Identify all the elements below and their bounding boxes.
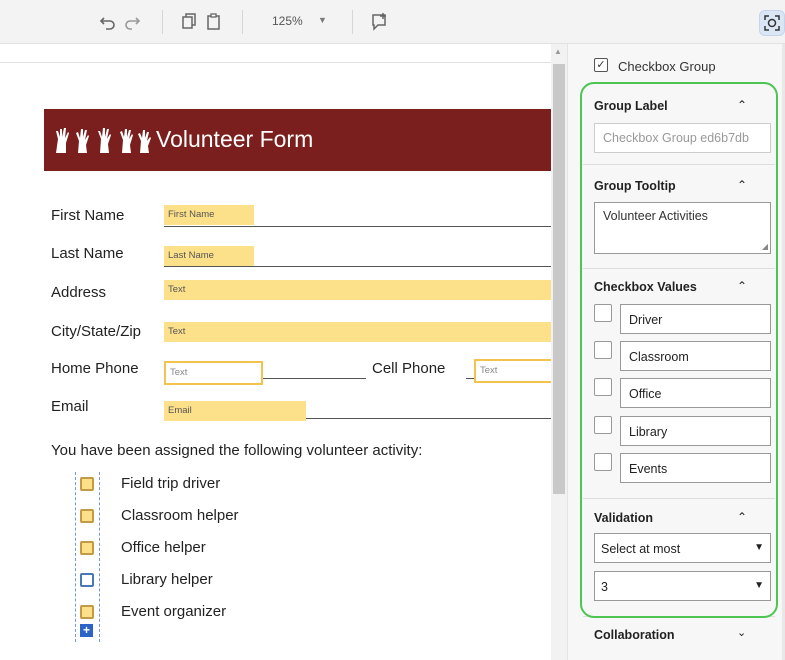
home-phone-field[interactable]: Text bbox=[164, 361, 263, 385]
toolbar: 125% ▼ bbox=[0, 0, 785, 44]
activity-label: Classroom helper bbox=[121, 507, 239, 524]
checkbox-value-input[interactable]: Events bbox=[620, 453, 771, 483]
activity-checkbox-driver[interactable] bbox=[80, 477, 94, 491]
chevron-down-icon: ▼ bbox=[754, 580, 764, 591]
checkbox-value-input[interactable]: Office bbox=[620, 378, 771, 408]
activity-checkbox-office[interactable] bbox=[80, 541, 94, 555]
form-banner: Volunteer Form bbox=[44, 109, 551, 171]
chevron-up-icon[interactable]: ⌃ bbox=[737, 98, 747, 112]
last-name-label: Last Name bbox=[51, 245, 124, 262]
activity-label: Office helper bbox=[121, 539, 206, 556]
section-divider bbox=[583, 498, 775, 499]
resize-handle-icon[interactable]: ◢ bbox=[762, 242, 768, 251]
address-field[interactable]: Text bbox=[164, 280, 551, 300]
last-name-field[interactable]: Last Name bbox=[164, 246, 254, 266]
activity-checkbox-library[interactable] bbox=[80, 573, 94, 587]
undo-icon[interactable] bbox=[98, 12, 118, 32]
underline bbox=[164, 266, 551, 267]
redo-icon[interactable] bbox=[122, 12, 142, 32]
checkbox-values-title: Checkbox Values bbox=[594, 280, 697, 294]
section-divider bbox=[583, 616, 775, 617]
activity-checkbox-events[interactable] bbox=[80, 605, 94, 619]
scan-button[interactable] bbox=[759, 10, 785, 36]
chevron-down-icon[interactable]: ▼ bbox=[318, 15, 327, 25]
checkbox-value-input[interactable]: Classroom bbox=[620, 341, 771, 371]
validation-rule-value: Select at most bbox=[601, 542, 681, 556]
underline bbox=[263, 378, 366, 379]
group-selection-border bbox=[75, 472, 76, 642]
section-divider bbox=[583, 268, 775, 269]
first-name-label: First Name bbox=[51, 207, 125, 224]
group-label-title: Group Label bbox=[594, 99, 668, 113]
group-selection-border bbox=[99, 472, 100, 642]
group-tooltip-textarea[interactable]: Volunteer Activities ◢ bbox=[594, 202, 771, 254]
group-label-input[interactable]: Checkbox Group ed6b7db bbox=[594, 123, 771, 153]
panel-header-label: Checkbox Group bbox=[618, 59, 716, 74]
chevron-down-icon: ▼ bbox=[754, 542, 764, 553]
chevron-up-icon[interactable]: ⌃ bbox=[737, 279, 747, 293]
validation-count-select[interactable]: 3 ▼ bbox=[594, 571, 771, 601]
chevron-up-icon[interactable]: ⌃ bbox=[737, 510, 747, 524]
add-comment-icon[interactable] bbox=[370, 12, 390, 32]
assignment-text: You have been assigned the following vol… bbox=[51, 442, 423, 459]
validation-count-value: 3 bbox=[601, 580, 608, 594]
scroll-thumb[interactable] bbox=[553, 64, 565, 494]
page-edge bbox=[0, 62, 551, 63]
raised-hands-icon bbox=[56, 128, 151, 153]
group-tooltip-title: Group Tooltip bbox=[594, 179, 676, 193]
plus-icon: + bbox=[82, 623, 90, 637]
validation-title: Validation bbox=[594, 511, 654, 525]
activity-label: Library helper bbox=[121, 571, 213, 588]
chevron-down-icon[interactable]: ⌄ bbox=[737, 626, 746, 639]
activity-checkbox-classroom[interactable] bbox=[80, 509, 94, 523]
group-tooltip-value: Volunteer Activities bbox=[603, 209, 708, 223]
scan-icon bbox=[764, 15, 780, 31]
first-name-field[interactable]: First Name bbox=[164, 205, 254, 225]
address-label: Address bbox=[51, 284, 107, 301]
collaboration-title: Collaboration bbox=[594, 628, 675, 642]
home-phone-label: Home Phone bbox=[51, 360, 139, 377]
chevron-up-icon[interactable]: ⌃ bbox=[737, 178, 747, 192]
value-default-checkbox[interactable] bbox=[594, 453, 612, 471]
validation-rule-select[interactable]: Select at most ▼ bbox=[594, 533, 771, 563]
value-default-checkbox[interactable] bbox=[594, 341, 612, 359]
toolbar-divider bbox=[242, 10, 243, 34]
scroll-up-icon[interactable]: ▲ bbox=[554, 47, 562, 56]
value-default-checkbox[interactable] bbox=[594, 416, 612, 434]
email-field[interactable]: Email bbox=[164, 401, 306, 421]
underline bbox=[164, 226, 551, 227]
toolbar-divider bbox=[162, 10, 163, 34]
toolbar-divider bbox=[352, 10, 353, 34]
city-state-zip-field[interactable]: Text bbox=[164, 322, 551, 342]
underline bbox=[306, 418, 551, 419]
email-label: Email bbox=[51, 398, 89, 415]
copy-icon[interactable] bbox=[180, 12, 200, 32]
value-default-checkbox[interactable] bbox=[594, 304, 612, 322]
city-state-zip-label: City/State/Zip bbox=[51, 323, 142, 340]
form-title: Volunteer Form bbox=[156, 126, 314, 152]
activity-label: Field trip driver bbox=[121, 475, 221, 492]
cell-phone-field[interactable]: Text bbox=[474, 359, 551, 383]
section-divider bbox=[583, 164, 775, 165]
activity-label: Event organizer bbox=[121, 603, 227, 620]
paste-icon[interactable] bbox=[204, 12, 224, 32]
underline bbox=[466, 378, 474, 379]
zoom-level[interactable]: 125% bbox=[272, 14, 303, 28]
document-canvas: Volunteer Form First Name First Name Las… bbox=[0, 44, 551, 660]
cell-phone-label: Cell Phone bbox=[372, 360, 446, 377]
checkbox-value-input[interactable]: Library bbox=[620, 416, 771, 446]
checkbox-group-icon: ✓ bbox=[594, 58, 608, 72]
value-default-checkbox[interactable] bbox=[594, 378, 612, 396]
add-checkbox-button[interactable]: + bbox=[80, 624, 93, 637]
checkbox-value-input[interactable]: Driver bbox=[620, 304, 771, 334]
